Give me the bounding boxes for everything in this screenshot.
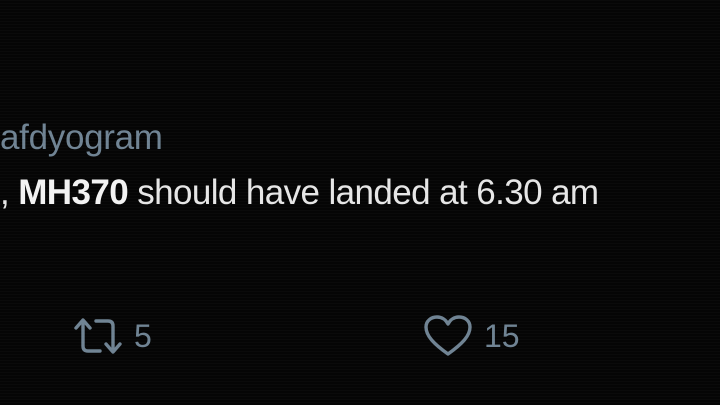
retweet-count: 5 [134,318,152,354]
retweet-button[interactable]: 5 [72,312,152,360]
like-button[interactable]: 15 [422,312,520,360]
tweet-screen: afdyogram , MH370 should have landed at … [0,0,720,405]
tweet-text-rest: should have landed at 6.30 am [128,173,599,212]
like-count: 15 [484,318,520,354]
retweet-icon [72,314,124,358]
tweet-text: , MH370 should have landed at 6.30 am [0,170,599,216]
tweet-text-prefix: , [0,173,19,212]
tweet-highlight[interactable]: MH370 [18,173,128,212]
author-handle[interactable]: afdyogram [0,116,163,160]
heart-icon [422,314,474,358]
